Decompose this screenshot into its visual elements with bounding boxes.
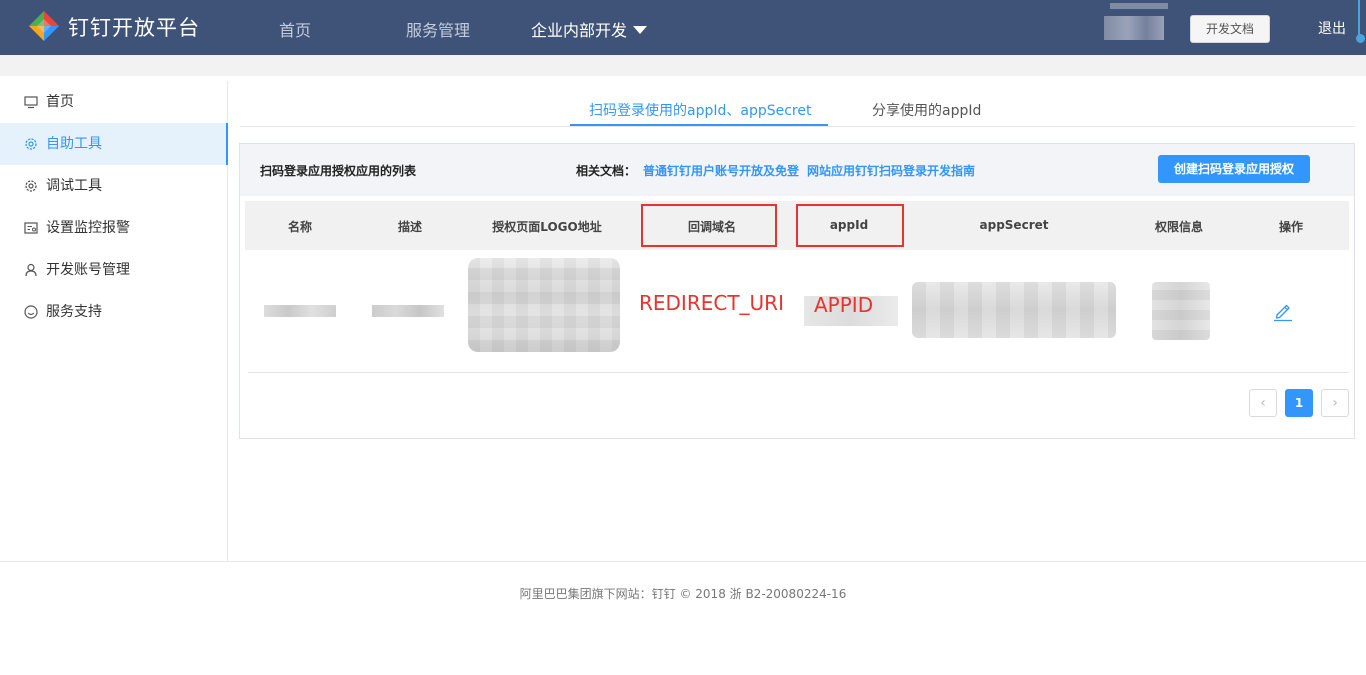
pagination-page-1[interactable]: 1: [1285, 389, 1313, 417]
user-icon: [25, 263, 37, 277]
table-row-divider: [248, 372, 1349, 373]
tabs-divider: [240, 126, 1355, 127]
cell-appsecret-blurred: [912, 282, 1116, 338]
logout-link[interactable]: 退出: [1318, 18, 1346, 38]
sidebar-item-label: 开发账号管理: [46, 262, 130, 278]
cell-logo-url-blurred: [468, 258, 620, 352]
sidebar-item-label: 服务支持: [46, 304, 102, 320]
column-header-description: 描述: [397, 220, 423, 234]
smile-icon: [24, 305, 38, 319]
create-scan-login-auth-button[interactable]: 创建扫码登录应用授权: [1158, 155, 1310, 183]
sidebar-item-monitor-alarm[interactable]: 设置监控报警: [0, 207, 228, 249]
panel-header: 扫码登录应用授权应用的列表 相关文档： 普通钉钉用户账号开放及免登 网站应用钉钉…: [240, 144, 1354, 196]
annotation-redirect-uri: REDIRECT_URI: [639, 291, 784, 315]
cell-description-blurred: [372, 305, 444, 317]
tab-scan-login-appid[interactable]: 扫码登录使用的appId、appSecret: [589, 100, 811, 120]
top-navbar: 钉钉开放平台 首页 服务管理 企业内部开发 开发文档 退出: [0, 0, 1366, 55]
pagination-next-button[interactable]: ›: [1321, 389, 1349, 417]
column-header-name: 名称: [287, 220, 313, 234]
brand-title[interactable]: 钉钉开放平台: [68, 12, 200, 42]
sidebar-item-service-support[interactable]: 服务支持: [0, 291, 228, 333]
sidebar-item-label: 设置监控报警: [46, 220, 130, 236]
pagination-prev-button[interactable]: ‹: [1249, 389, 1277, 417]
doc-link-scan-login-guide[interactable]: 网站应用钉钉扫码登录开发指南: [807, 162, 975, 179]
sidebar-item-self-service-tools[interactable]: 自助工具: [0, 123, 228, 165]
dev-docs-button[interactable]: 开发文档: [1190, 15, 1270, 43]
alarm-icon: [24, 222, 38, 234]
cell-name-blurred: [264, 305, 336, 317]
sidebar-item-label: 首页: [46, 94, 74, 110]
column-header-appsecret: appSecret: [979, 218, 1049, 232]
panel-title: 扫码登录应用授权应用的列表: [260, 164, 417, 178]
header-spacer: [0, 55, 1366, 76]
nav-enterprise-dev[interactable]: 企业内部开发: [531, 17, 648, 41]
annotation-box-appid: [796, 204, 904, 247]
caret-down-icon: [633, 26, 648, 34]
cell-permissions-blurred: [1152, 282, 1210, 340]
column-header-actions: 操作: [1278, 220, 1304, 234]
dingtalk-logo-icon[interactable]: [28, 10, 60, 42]
footer-copyright: 阿里巴巴集团旗下网站：钉钉 © 2018 浙 B2-20080224-16: [519, 587, 847, 601]
active-tab-indicator: [570, 124, 828, 126]
gear-icon: [25, 180, 37, 192]
footer-divider: [0, 561, 1366, 562]
sidebar-item-label: 调试工具: [46, 178, 102, 194]
related-docs-label: 相关文档：: [576, 164, 637, 178]
gear-icon: [25, 138, 37, 150]
user-avatar-blurred[interactable]: [1104, 3, 1168, 40]
sidebar-item-dev-account[interactable]: 开发账号管理: [0, 249, 228, 291]
nav-service-management[interactable]: 服务管理: [406, 17, 470, 41]
doc-link-free-login[interactable]: 普通钉钉用户账号开放及免登: [643, 162, 799, 179]
sidebar-item-home[interactable]: 首页: [0, 81, 228, 123]
monitor-icon: [24, 96, 38, 109]
tab-share-appid[interactable]: 分享使用的appId: [872, 100, 981, 120]
column-header-logo-url: 授权页面LOGO地址: [492, 220, 602, 234]
annotation-appid: APPID: [814, 293, 874, 317]
column-header-permissions: 权限信息: [1154, 220, 1204, 234]
nav-enterprise-dev-label: 企业内部开发: [531, 21, 628, 40]
sidebar: 首页 自助工具 调试工具 设置监控报警 开发账号管理 服务支持: [0, 81, 228, 561]
sidebar-item-debug-tools[interactable]: 调试工具: [0, 165, 228, 207]
nav-home[interactable]: 首页: [279, 17, 311, 41]
scroll-indicator: [1354, 0, 1365, 43]
annotation-box-callback-domain: [641, 204, 777, 247]
sidebar-item-label: 自助工具: [46, 136, 102, 152]
edit-pencil-icon[interactable]: [1272, 300, 1294, 322]
